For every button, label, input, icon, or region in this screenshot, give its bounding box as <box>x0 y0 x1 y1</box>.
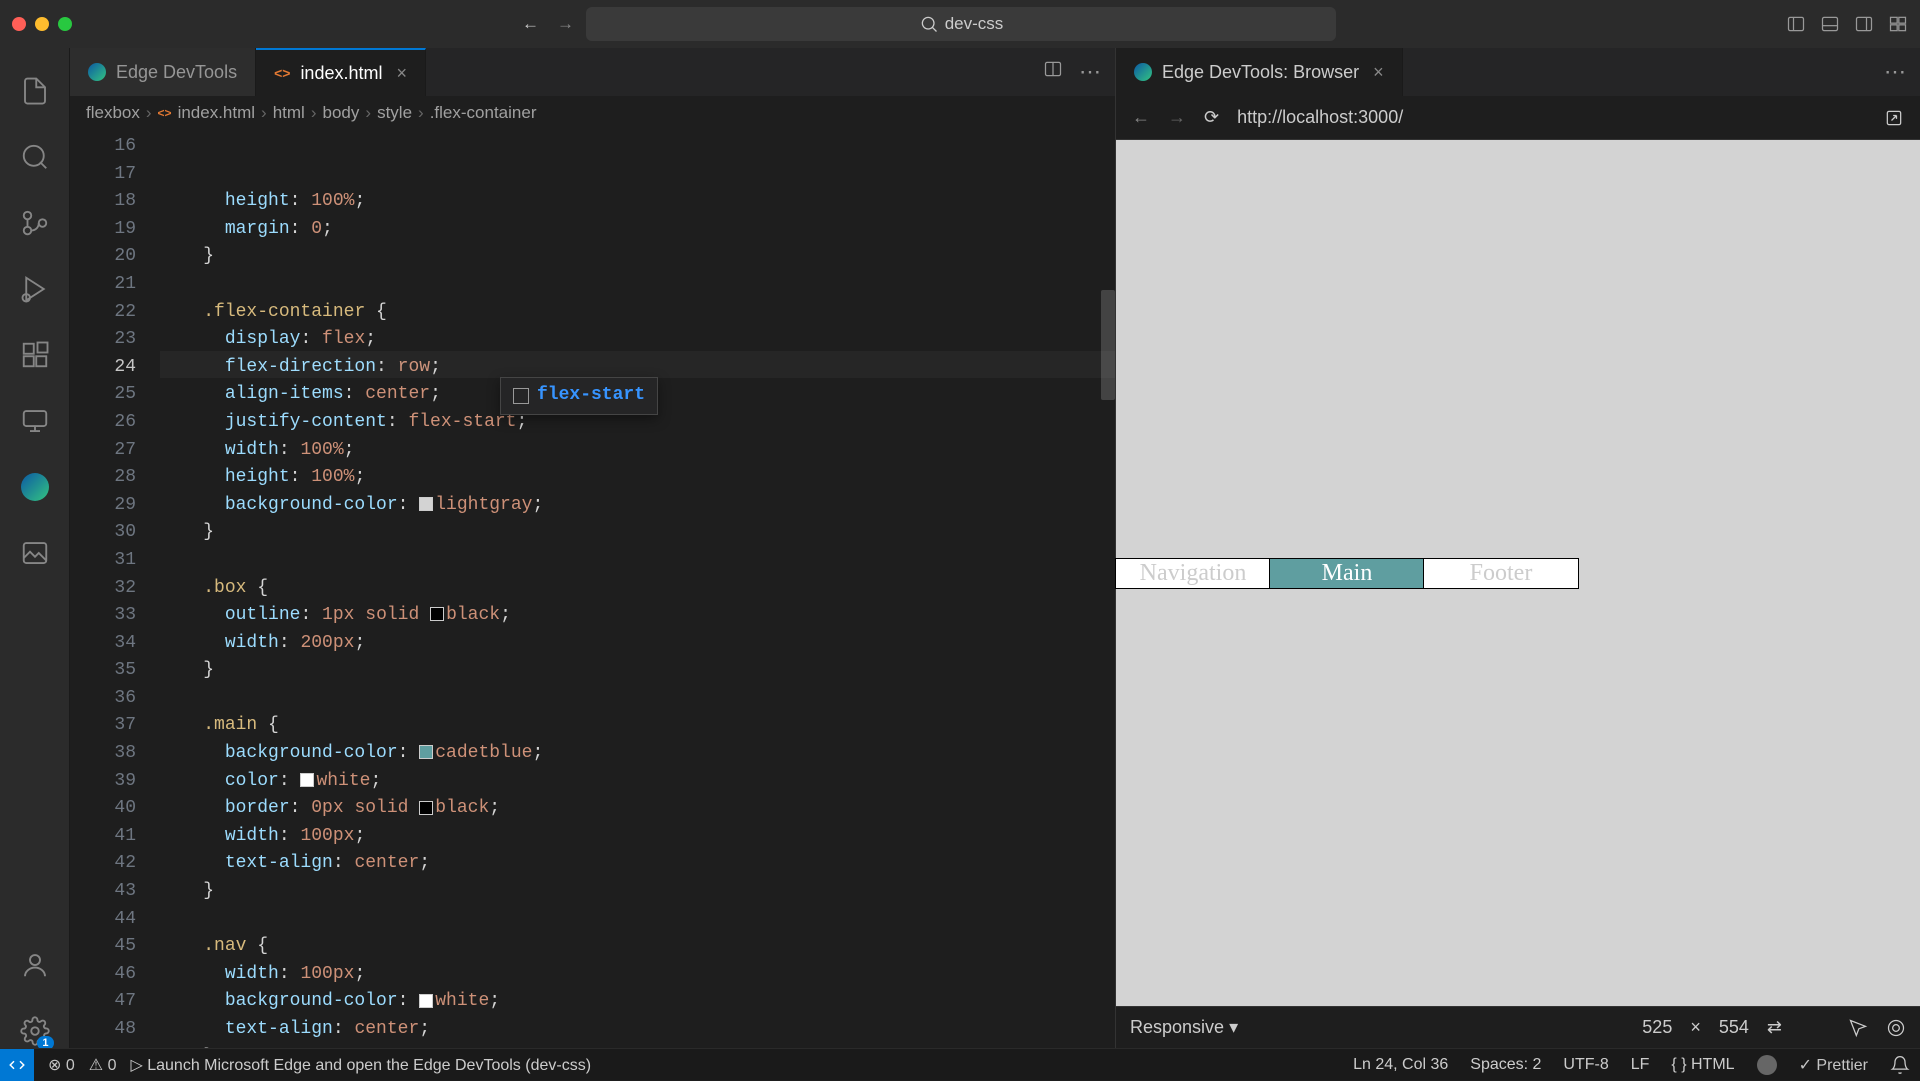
preview-tabs: Edge DevTools: Browser × ⋯ <box>1116 48 1920 96</box>
account-icon[interactable] <box>18 948 52 982</box>
html-file-icon: <> <box>274 65 290 81</box>
source-control-icon[interactable] <box>18 206 52 240</box>
search-panel-icon[interactable] <box>18 140 52 174</box>
editor-group: Edge DevTools <> index.html × ⋯ flexbox›… <box>70 48 1115 1048</box>
edge-devtools-icon[interactable] <box>18 470 52 504</box>
code-content[interactable]: height: 100%; margin: 0; } .flex-contain… <box>160 130 1115 1048</box>
preview-main-box: Main <box>1270 559 1424 588</box>
tab-edge-devtools[interactable]: Edge DevTools <box>70 48 256 96</box>
search-text: dev-css <box>945 14 1004 34</box>
browser-back-icon[interactable]: ← <box>1132 107 1150 128</box>
close-window-icon[interactable] <box>12 17 26 31</box>
breadcrumb[interactable]: flexbox› <> index.html› html› body› styl… <box>70 96 1115 130</box>
image-icon[interactable] <box>18 536 52 570</box>
breadcrumb-item[interactable]: index.html <box>178 103 255 123</box>
cursor-position[interactable]: Ln 24, Col 36 <box>1353 1056 1448 1074</box>
browser-toolbar: ← → ⟳ http://localhost:3000/ <box>1116 96 1920 140</box>
dimension-x-icon: × <box>1690 1017 1701 1038</box>
close-tab-icon[interactable]: × <box>1373 62 1384 83</box>
breadcrumb-item[interactable]: html <box>273 103 305 123</box>
command-center[interactable]: dev-css <box>586 7 1336 41</box>
panel-right-icon[interactable] <box>1854 14 1874 34</box>
suggestion-icon <box>513 388 529 404</box>
split-editor-icon[interactable] <box>1043 59 1063 79</box>
nav-back-icon[interactable]: ← <box>522 14 539 34</box>
editor-tabs: Edge DevTools <> index.html × ⋯ <box>70 48 1115 96</box>
launch-edge-status[interactable]: ▷ Launch Microsoft Edge and open the Edg… <box>130 1055 591 1075</box>
more-actions-icon[interactable]: ⋯ <box>1079 59 1101 85</box>
edge-icon <box>1134 63 1152 81</box>
device-mode[interactable]: Responsive ▾ <box>1130 1017 1238 1038</box>
rotate-icon[interactable]: ⇄ <box>1767 1017 1782 1038</box>
prettier-status[interactable]: ✓ Prettier <box>1799 1055 1868 1075</box>
preview-nav-box: Navigation <box>1116 559 1270 588</box>
intellisense-suggestion[interactable]: flex-start <box>500 377 658 415</box>
viewport-height[interactable]: 554 <box>1719 1017 1749 1038</box>
code-editor[interactable]: 1617181920212223242526272829303132333435… <box>70 130 1115 1048</box>
browser-forward-icon[interactable]: → <box>1168 107 1186 128</box>
warnings-count[interactable]: ⚠ 0 <box>89 1055 117 1075</box>
encoding[interactable]: UTF-8 <box>1563 1056 1608 1074</box>
breadcrumb-item[interactable]: .flex-container <box>430 103 537 123</box>
titlebar: ← → dev-css <box>0 0 1920 48</box>
preview-footer-box: Footer <box>1424 559 1578 588</box>
zoom-window-icon[interactable] <box>58 17 72 31</box>
preview-viewport: Navigation Main Footer <box>1116 140 1920 1006</box>
statusbar: ⊗ 0 ⚠ 0 ▷ Launch Microsoft Edge and open… <box>0 1048 1920 1080</box>
browser-reload-icon[interactable]: ⟳ <box>1204 107 1219 128</box>
close-tab-icon[interactable]: × <box>396 63 407 84</box>
layout-icon[interactable] <box>1888 14 1908 34</box>
preview-pane: Edge DevTools: Browser × ⋯ ← → ⟳ http://… <box>1115 48 1920 1048</box>
edge-icon <box>88 63 106 81</box>
errors-count[interactable]: ⊗ 0 <box>48 1055 75 1075</box>
copilot-icon[interactable] <box>1757 1055 1777 1075</box>
suggestion-text: flex-start <box>537 382 645 410</box>
preview-statusbar: Responsive ▾ 525 × 554 ⇄ <box>1116 1006 1920 1048</box>
minimap[interactable] <box>1097 130 1115 1048</box>
open-external-icon[interactable] <box>1884 108 1904 128</box>
screenshot-icon[interactable] <box>1886 1018 1906 1038</box>
tab-index-html[interactable]: <> index.html × <box>256 48 426 96</box>
tab-label: Edge DevTools <box>116 62 237 83</box>
settings-icon[interactable]: 1 <box>18 1014 52 1048</box>
viewport-width[interactable]: 525 <box>1642 1017 1672 1038</box>
minimize-window-icon[interactable] <box>35 17 49 31</box>
notifications-icon[interactable] <box>1890 1055 1910 1075</box>
activity-bar: 1 <box>0 48 70 1048</box>
panel-left-icon[interactable] <box>1786 14 1806 34</box>
browser-url[interactable]: http://localhost:3000/ <box>1237 107 1866 128</box>
html-file-icon: <> <box>158 106 172 120</box>
tab-label: Edge DevTools: Browser <box>1162 62 1359 83</box>
extensions-icon[interactable] <box>18 338 52 372</box>
tab-label: index.html <box>300 63 382 84</box>
breadcrumb-item[interactable]: flexbox <box>86 103 140 123</box>
remote-indicator[interactable] <box>0 1049 34 1081</box>
line-numbers: 1617181920212223242526272829303132333435… <box>70 130 160 1048</box>
tab-edge-browser[interactable]: Edge DevTools: Browser × <box>1116 48 1403 96</box>
language-mode[interactable]: { } HTML <box>1671 1056 1734 1074</box>
breadcrumb-item[interactable]: style <box>377 103 412 123</box>
remote-explorer-icon[interactable] <box>18 404 52 438</box>
panel-bottom-icon[interactable] <box>1820 14 1840 34</box>
window-controls <box>12 17 72 31</box>
more-actions-icon[interactable]: ⋯ <box>1884 59 1906 85</box>
settings-badge: 1 <box>37 1036 53 1048</box>
indentation[interactable]: Spaces: 2 <box>1470 1056 1541 1074</box>
breadcrumb-item[interactable]: body <box>323 103 360 123</box>
explorer-icon[interactable] <box>18 74 52 108</box>
search-icon <box>919 14 939 34</box>
debug-icon[interactable] <box>18 272 52 306</box>
inspect-icon[interactable] <box>1848 1018 1868 1038</box>
nav-forward-icon[interactable]: → <box>557 14 574 34</box>
eol[interactable]: LF <box>1631 1056 1650 1074</box>
